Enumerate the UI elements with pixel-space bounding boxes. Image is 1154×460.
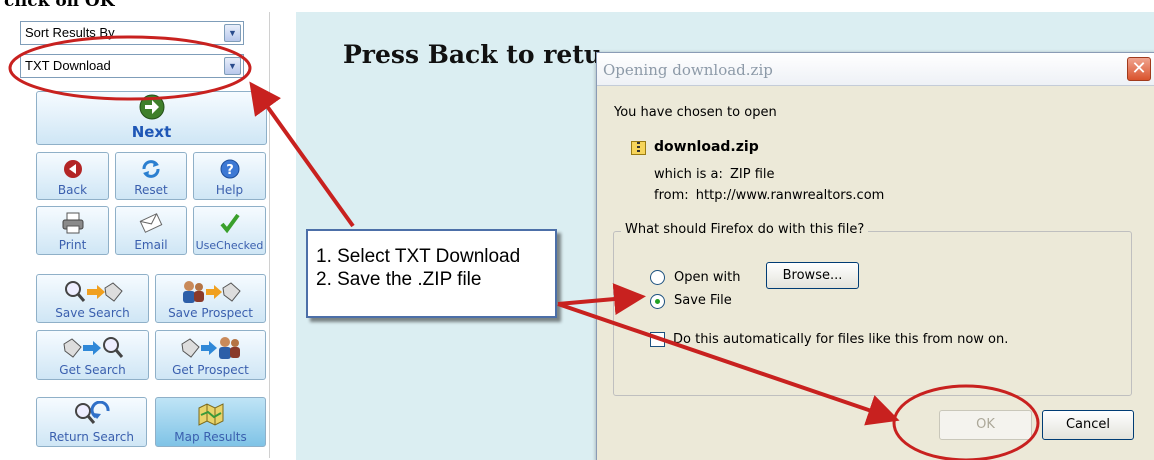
chevron-down-icon[interactable]: ▼ (224, 24, 241, 42)
cutoff-heading: click on OK (4, 0, 115, 11)
open-with-label[interactable]: Open with (674, 270, 740, 285)
print-button[interactable]: Print (36, 206, 109, 255)
get-search-icon (62, 337, 123, 358)
open-with-radio[interactable] (650, 270, 665, 285)
email-button[interactable]: Email (115, 206, 187, 255)
which-is-label: which is a: (654, 167, 723, 182)
get-search-label: Get Search (59, 363, 126, 377)
get-search-button[interactable]: Get Search (36, 330, 149, 380)
use-checked-button[interactable]: UseChecked (193, 206, 266, 255)
use-checked-label: UseChecked (195, 239, 264, 252)
from-label: from: (654, 188, 689, 203)
map-results-button[interactable]: Map Results (155, 397, 266, 447)
search-results-toolbar: Sort Results By ▼ TXT Download ▼ Next Ba… (12, 12, 270, 458)
sort-results-value: Sort Results By (25, 25, 115, 40)
get-prospect-label: Get Prospect (172, 363, 249, 377)
return-search-icon (74, 401, 110, 424)
press-back-message: Press Back to retu (343, 40, 603, 69)
ok-button[interactable]: OK (939, 410, 1032, 440)
chevron-down-icon[interactable]: ▼ (224, 57, 241, 75)
refresh-icon (142, 160, 160, 178)
instruction-step-2: 2. Save the .ZIP file (316, 269, 482, 290)
next-button[interactable]: Next (36, 91, 267, 145)
envelope-icon (139, 213, 163, 233)
download-dialog: Opening download.zip ✕ You have chosen t… (596, 52, 1154, 460)
dialog-intro: You have chosen to open (614, 105, 777, 120)
checkmark-icon (219, 213, 240, 234)
map-results-label: Map Results (174, 430, 247, 444)
reset-label: Reset (134, 183, 168, 197)
source-row: from: http://www.ranwrealtors.com (654, 188, 884, 203)
browse-label: Browse... (782, 268, 843, 283)
reset-button[interactable]: Reset (115, 152, 187, 200)
arrow-right-icon (139, 94, 164, 120)
help-icon: ? (220, 159, 239, 179)
save-file-label[interactable]: Save File (674, 293, 732, 308)
action-group (613, 231, 1132, 396)
download-format-select[interactable]: TXT Download ▼ (20, 54, 244, 78)
next-label: Next (131, 123, 172, 141)
dialog-titlebar[interactable]: Opening download.zip ✕ (597, 53, 1154, 86)
close-icon: ✕ (1131, 58, 1147, 79)
back-arrow-icon (63, 160, 82, 178)
save-prospect-icon (182, 281, 241, 303)
save-search-icon (64, 281, 123, 302)
file-type-row: which is a: ZIP file (654, 167, 775, 182)
cancel-label: Cancel (1065, 417, 1111, 432)
return-search-label: Return Search (49, 430, 134, 444)
email-label: Email (134, 238, 168, 252)
file-type-value: ZIP file (730, 167, 775, 182)
return-search-button[interactable]: Return Search (36, 397, 147, 447)
browse-button[interactable]: Browse... (766, 262, 859, 289)
back-button[interactable]: Back (36, 152, 109, 200)
map-icon (198, 403, 223, 426)
zip-file-icon (631, 141, 646, 155)
save-file-radio[interactable] (650, 294, 665, 309)
cancel-button[interactable]: Cancel (1042, 410, 1134, 440)
dialog-title: Opening download.zip (603, 61, 773, 79)
svg-text:?: ? (226, 163, 234, 178)
file-name: download.zip (654, 139, 759, 155)
close-button[interactable]: ✕ (1127, 57, 1151, 81)
save-prospect-label: Save Prospect (168, 306, 253, 320)
sort-results-select[interactable]: Sort Results By ▼ (20, 21, 244, 45)
instruction-callout: 1. Select TXT Download 2. Save the .ZIP … (306, 229, 557, 318)
ok-label: OK (976, 417, 995, 432)
save-search-button[interactable]: Save Search (36, 274, 149, 323)
help-label: Help (215, 183, 244, 197)
auto-action-label[interactable]: Do this automatically for files like thi… (673, 332, 1008, 347)
action-question: What should Firefox do with this file? (621, 222, 869, 237)
get-prospect-icon (180, 337, 240, 359)
auto-action-checkbox[interactable] (650, 332, 665, 347)
instruction-step-1: 1. Select TXT Download (316, 246, 521, 267)
get-prospect-button[interactable]: Get Prospect (155, 330, 266, 380)
save-search-label: Save Search (55, 306, 130, 320)
print-label: Print (58, 238, 87, 252)
source-url: http://www.ranwrealtors.com (695, 188, 885, 203)
save-prospect-button[interactable]: Save Prospect (155, 274, 266, 323)
printer-icon (62, 212, 83, 234)
back-label: Back (57, 183, 88, 197)
help-button[interactable]: ? Help (193, 152, 266, 200)
download-format-value: TXT Download (25, 58, 111, 73)
